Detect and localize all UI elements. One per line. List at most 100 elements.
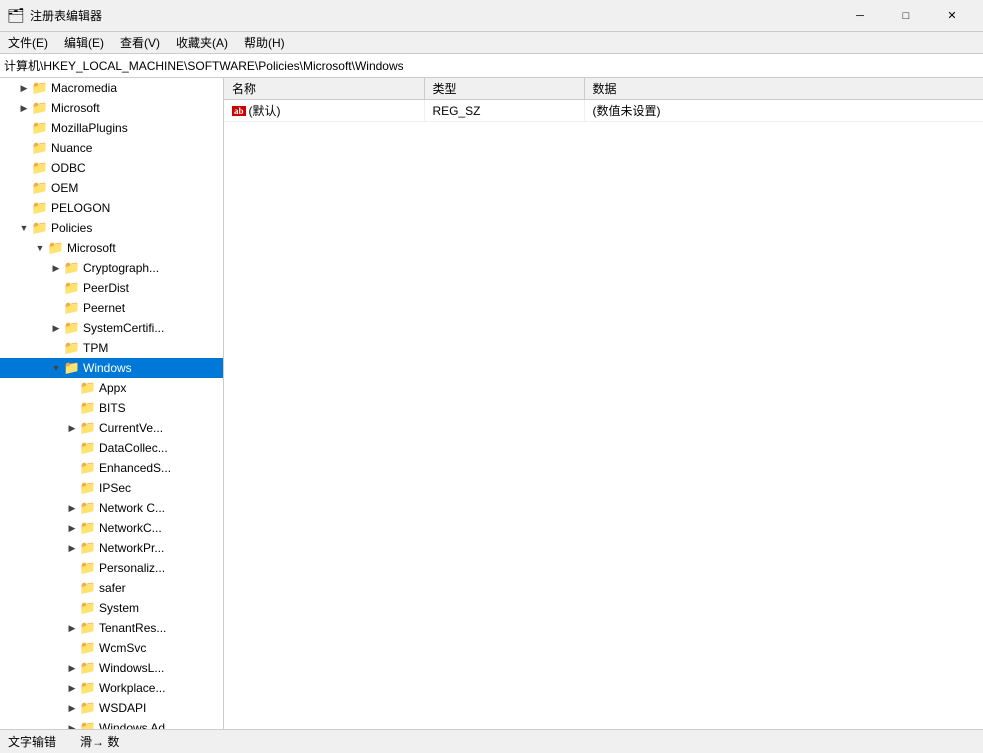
tree-item-appx[interactable]: 📁Appx [0, 378, 223, 398]
expand-arrow-tenantres[interactable]: ▶ [64, 620, 80, 636]
tree-item-macromedia[interactable]: ▶📁Macromedia [0, 78, 223, 98]
col-data[interactable]: 数据 [584, 78, 983, 100]
tree-label-systemcertifi: SystemCertifi... [83, 321, 164, 335]
expand-arrow-enhanceds[interactable] [64, 460, 80, 476]
col-name[interactable]: 名称 [224, 78, 424, 100]
expand-arrow-personaliz[interactable] [64, 560, 80, 576]
expand-arrow-tpm[interactable] [48, 340, 64, 356]
status-left: 文字输错 [8, 733, 56, 750]
expand-arrow-cryptography[interactable]: ▶ [48, 260, 64, 276]
minimize-button[interactable]: ─ [837, 0, 883, 32]
maximize-button[interactable]: □ [883, 0, 929, 32]
folder-icon-windowsl: 📁 [80, 661, 96, 675]
tree-item-tenantres[interactable]: ▶📁TenantRes... [0, 618, 223, 638]
expand-arrow-appx[interactable] [64, 380, 80, 396]
tree-item-windowsl[interactable]: ▶📁WindowsL... [0, 658, 223, 678]
expand-arrow-macromedia[interactable]: ▶ [16, 80, 32, 96]
tree-item-cryptography[interactable]: ▶📁Cryptograph... [0, 258, 223, 278]
expand-arrow-windowsl[interactable]: ▶ [64, 660, 80, 676]
tree-label-appx: Appx [99, 381, 126, 395]
tree-label-networkc2: NetworkC... [99, 521, 162, 535]
expand-arrow-networkpr[interactable]: ▶ [64, 540, 80, 556]
tree-item-networkc2[interactable]: ▶📁NetworkC... [0, 518, 223, 538]
expand-arrow-peerdist[interactable] [48, 280, 64, 296]
tree-item-personaliz[interactable]: 📁Personaliz... [0, 558, 223, 578]
title-bar-text: 注册表编辑器 [30, 7, 837, 24]
col-type[interactable]: 类型 [424, 78, 584, 100]
expand-arrow-currentve[interactable]: ▶ [64, 420, 80, 436]
tree-label-peernet: Peernet [83, 301, 125, 315]
tree-item-microsoft-policies[interactable]: ▼📁Microsoft [0, 238, 223, 258]
expand-arrow-networkc1[interactable]: ▶ [64, 500, 80, 516]
tree-item-peerdist[interactable]: 📁PeerDist [0, 278, 223, 298]
tree-item-oem[interactable]: 📁OEM [0, 178, 223, 198]
expand-arrow-workplace[interactable]: ▶ [64, 680, 80, 696]
expand-arrow-mozillaplugins[interactable] [16, 120, 32, 136]
tree-item-bits[interactable]: 📁BITS [0, 398, 223, 418]
tree-label-windows: Windows [83, 361, 132, 375]
close-button[interactable]: ✕ [929, 0, 975, 32]
folder-icon-wsdapi: 📁 [80, 701, 96, 715]
expand-arrow-microsoft-top[interactable]: ▶ [16, 100, 32, 116]
tree-item-safer[interactable]: 📁safer [0, 578, 223, 598]
expand-arrow-ipsec[interactable] [64, 480, 80, 496]
menu-help[interactable]: 帮助(H) [236, 32, 293, 54]
tree-item-wsdapi[interactable]: ▶📁WSDAPI [0, 698, 223, 718]
tree-item-systemcertifi[interactable]: ▶📁SystemCertifi... [0, 318, 223, 338]
tree-item-networkpr[interactable]: ▶📁NetworkPr... [0, 538, 223, 558]
tree-label-odbc: ODBC [51, 161, 86, 175]
default-label: (默认) [249, 102, 281, 119]
expand-arrow-wcmsvc[interactable] [64, 640, 80, 656]
tree-item-system[interactable]: 📁System [0, 598, 223, 618]
expand-arrow-bits[interactable] [64, 400, 80, 416]
menu-file[interactable]: 文件(E) [0, 32, 56, 54]
menu-view[interactable]: 查看(V) [112, 32, 168, 54]
tree-item-datacollec[interactable]: 📁DataCollec... [0, 438, 223, 458]
tree-item-enhanceds[interactable]: 📁EnhancedS... [0, 458, 223, 478]
expand-arrow-windowsad[interactable]: ▶ [64, 720, 80, 729]
menu-edit[interactable]: 编辑(E) [56, 32, 112, 54]
tree-item-workplace[interactable]: ▶📁Workplace... [0, 678, 223, 698]
tree-item-pelogon[interactable]: 📁PELOGON [0, 198, 223, 218]
table-row[interactable]: ab(默认)REG_SZ(数值未设置) [224, 100, 983, 122]
tree-panel[interactable]: ▶📁Macromedia▶📁Microsoft📁MozillaPlugins📁N… [0, 78, 224, 729]
expand-arrow-policies[interactable]: ▼ [16, 220, 32, 236]
expand-arrow-pelogon[interactable] [16, 200, 32, 216]
tree-item-peernet[interactable]: 📁Peernet [0, 298, 223, 318]
expand-arrow-microsoft-policies[interactable]: ▼ [32, 240, 48, 256]
tree-item-currentve[interactable]: ▶📁CurrentVe... [0, 418, 223, 438]
expand-arrow-networkc2[interactable]: ▶ [64, 520, 80, 536]
tree-item-mozillaplugins[interactable]: 📁MozillaPlugins [0, 118, 223, 138]
expand-arrow-windows[interactable]: ▼ [48, 360, 64, 376]
tree-item-nuance[interactable]: 📁Nuance [0, 138, 223, 158]
main-content: ▶📁Macromedia▶📁Microsoft📁MozillaPlugins📁N… [0, 78, 983, 729]
folder-icon-enhanceds: 📁 [80, 461, 96, 475]
tree-label-enhanceds: EnhancedS... [99, 461, 171, 475]
cell-data: (数值未设置) [584, 100, 983, 122]
menu-favorites[interactable]: 收藏夹(A) [168, 32, 236, 54]
expand-arrow-systemcertifi[interactable]: ▶ [48, 320, 64, 336]
expand-arrow-nuance[interactable] [16, 140, 32, 156]
expand-arrow-datacollec[interactable] [64, 440, 80, 456]
tree-item-windowsad[interactable]: ▶📁Windows Ad... [0, 718, 223, 729]
folder-icon-peernet: 📁 [64, 301, 80, 315]
tree-item-windows[interactable]: ▼📁Windows [0, 358, 223, 378]
tree-item-wcmsvc[interactable]: 📁WcmSvc [0, 638, 223, 658]
tree-label-wcmsvc: WcmSvc [99, 641, 146, 655]
tree-item-networkc1[interactable]: ▶📁Network C... [0, 498, 223, 518]
tree-item-ipsec[interactable]: 📁IPSec [0, 478, 223, 498]
expand-arrow-oem[interactable] [16, 180, 32, 196]
expand-arrow-wsdapi[interactable]: ▶ [64, 700, 80, 716]
title-bar-controls: ─ □ ✕ [837, 0, 975, 32]
folder-icon-pelogon: 📁 [32, 201, 48, 215]
expand-arrow-peernet[interactable] [48, 300, 64, 316]
tree-label-microsoft-top: Microsoft [51, 101, 100, 115]
tree-item-tpm[interactable]: 📁TPM [0, 338, 223, 358]
expand-arrow-safer[interactable] [64, 580, 80, 596]
tree-item-odbc[interactable]: 📁ODBC [0, 158, 223, 178]
expand-arrow-odbc[interactable] [16, 160, 32, 176]
expand-arrow-system[interactable] [64, 600, 80, 616]
title-bar: 🗂 注册表编辑器 ─ □ ✕ [0, 0, 983, 32]
tree-item-microsoft-top[interactable]: ▶📁Microsoft [0, 98, 223, 118]
tree-item-policies[interactable]: ▼📁Policies [0, 218, 223, 238]
